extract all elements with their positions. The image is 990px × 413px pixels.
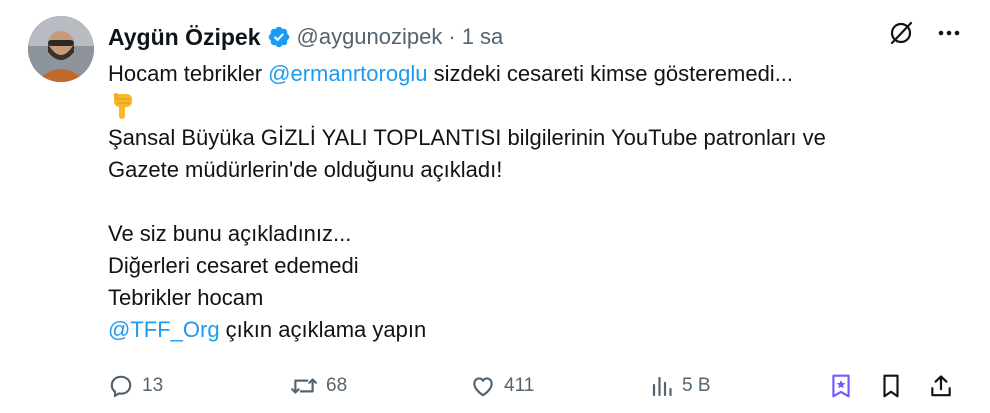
tweet-line-7: @TFF_Org çıkın açıklama yapın (108, 317, 427, 342)
tweet-line-4: Ve siz bunu açıkladınız... (108, 221, 352, 246)
repost-count: 68 (326, 375, 348, 396)
tweet-text: Hocam tebrikler @ermanrtoroglu sizdeki c… (108, 58, 968, 346)
like-icon (473, 377, 493, 397)
tweet[interactable]: Aygün Özipek @aygunozipek · 1 sa Hocam t… (0, 0, 990, 413)
tweet-header: Aygün Özipek @aygunozipek · 1 sa (108, 20, 503, 54)
mention-link[interactable]: @ermanrtoroglu (268, 61, 427, 86)
tweet-line-5: Diğerleri cesaret edemedi (108, 253, 359, 278)
top-actions (888, 20, 962, 46)
mention-link[interactable]: @TFF_Org (108, 317, 220, 342)
like-count: 411 (504, 375, 535, 396)
more-icon[interactable] (936, 20, 962, 46)
views-button[interactable]: 5 B (650, 368, 711, 404)
reply-count: 13 (142, 375, 164, 396)
reply-button[interactable]: 13 (108, 368, 163, 404)
avatar[interactable] (28, 16, 94, 82)
pointing-down-emoji (108, 90, 968, 122)
repost-button[interactable]: 68 (290, 368, 347, 404)
grok-actions-icon (832, 374, 850, 398)
share-button[interactable] (928, 368, 954, 404)
tweet-line-6: Tebrikler hocam (108, 285, 264, 310)
bookmark-button[interactable] (878, 368, 904, 404)
bookmark-icon (883, 374, 899, 398)
like-button[interactable]: 411 (470, 368, 534, 404)
author-name[interactable]: Aygün Özipek (108, 24, 261, 51)
tweet-line-2: Şansal Büyüka GİZLİ YALI TOPLANTISI bilg… (108, 125, 826, 150)
grok-icon[interactable] (888, 20, 914, 46)
tweet-line-1: Hocam tebrikler @ermanrtoroglu sizdeki c… (108, 61, 794, 86)
views-icon (652, 376, 672, 397)
views-count: 5 B (682, 375, 711, 396)
timestamp[interactable]: 1 sa (462, 24, 504, 50)
action-bar: 13 68 411 5 B (108, 368, 960, 404)
grok-actions-button[interactable] (828, 368, 854, 404)
reply-icon (110, 375, 132, 398)
share-icon (931, 375, 951, 397)
separator: · (448, 24, 456, 49)
verified-icon (268, 26, 289, 48)
tweet-line-3: Gazete müdürlerin'de olduğunu açıkladı! (108, 157, 503, 182)
repost-icon (291, 378, 317, 394)
author-handle[interactable]: @aygunozipek (297, 24, 443, 50)
